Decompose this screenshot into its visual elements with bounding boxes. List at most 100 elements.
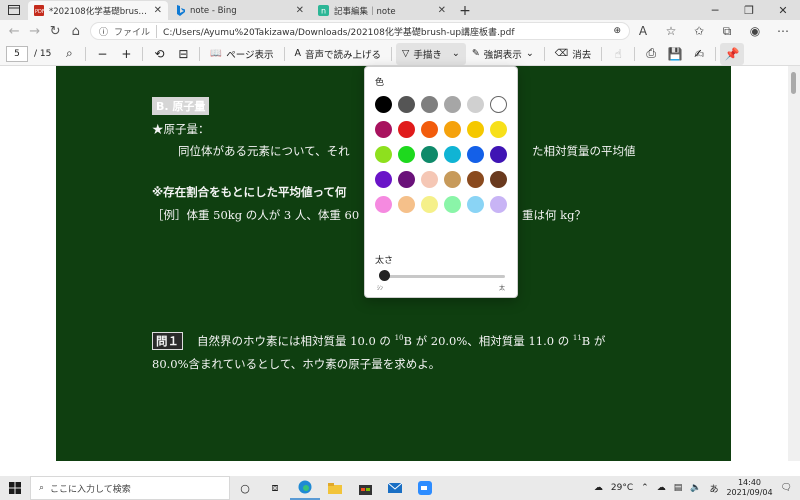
size-min-label: ｼﾝ bbox=[377, 285, 384, 292]
pin-toolbar-icon[interactable]: 📌 bbox=[720, 42, 745, 65]
close-window-icon[interactable]: ✕ bbox=[766, 0, 800, 20]
color-swatch[interactable] bbox=[467, 96, 484, 113]
color-swatch[interactable] bbox=[375, 171, 392, 188]
store-icon[interactable] bbox=[350, 476, 380, 500]
new-tab-button[interactable]: + bbox=[454, 1, 476, 20]
temperature-text[interactable]: 29°C bbox=[611, 483, 633, 493]
color-swatch[interactable] bbox=[467, 146, 484, 163]
color-swatch[interactable] bbox=[444, 96, 461, 113]
clock[interactable]: 14:40 2021/09/04 bbox=[726, 478, 772, 498]
isotope-11-superscript: 11 bbox=[572, 334, 582, 343]
zoom-out-icon[interactable]: − bbox=[90, 43, 114, 65]
scrollbar-thumb[interactable] bbox=[791, 72, 796, 94]
color-swatch[interactable] bbox=[444, 196, 461, 213]
page-view-button[interactable]: 📖 ページ表示 bbox=[204, 43, 279, 65]
color-swatch[interactable] bbox=[375, 96, 392, 113]
minimize-icon[interactable]: ─ bbox=[698, 0, 732, 20]
color-swatch[interactable] bbox=[375, 121, 392, 138]
read-aloud-button[interactable]: A 音声で読み上げる bbox=[289, 43, 388, 65]
color-swatch[interactable] bbox=[421, 146, 438, 163]
zoom-in-icon[interactable]: + bbox=[114, 43, 138, 65]
refresh-icon[interactable]: ↻ bbox=[45, 20, 66, 42]
volume-icon[interactable]: 🔈 bbox=[690, 483, 701, 493]
close-tab-icon[interactable]: ✕ bbox=[154, 5, 162, 16]
color-swatch[interactable] bbox=[421, 171, 438, 188]
tray-chevron-icon[interactable]: ⌃ bbox=[641, 483, 649, 493]
color-swatch[interactable] bbox=[398, 96, 415, 113]
print-icon[interactable]: ⎙ bbox=[639, 43, 663, 65]
notification-icon[interactable]: 🗨 bbox=[781, 483, 792, 493]
zoom-icon[interactable]: ⊕ bbox=[613, 26, 621, 36]
zoom-app-icon[interactable] bbox=[410, 476, 440, 500]
color-label: 色 bbox=[375, 78, 385, 88]
task-view-icon[interactable]: ⧈ bbox=[260, 476, 290, 500]
collections-icon[interactable]: ⧉ bbox=[714, 20, 740, 42]
chevron-down-icon[interactable]: ⌄ bbox=[526, 48, 534, 59]
color-swatch[interactable] bbox=[398, 196, 415, 213]
color-swatch[interactable] bbox=[375, 146, 392, 163]
taskbar-search-input[interactable]: ⌕ ここに入力して検索 bbox=[30, 476, 230, 500]
home-icon[interactable]: ⌂ bbox=[66, 20, 87, 42]
color-swatch[interactable] bbox=[421, 196, 438, 213]
touch-icon[interactable]: ☝ bbox=[606, 43, 630, 65]
favorites-icon[interactable]: ✩ bbox=[686, 20, 712, 42]
note-icon: n bbox=[318, 5, 329, 16]
read-aloud-icon[interactable]: A bbox=[630, 20, 656, 42]
question-text-b: B が 20.0%、相対質量 11.0 の bbox=[403, 334, 573, 348]
color-swatch[interactable] bbox=[467, 121, 484, 138]
forward-icon[interactable]: → bbox=[25, 20, 46, 42]
color-swatch[interactable] bbox=[490, 96, 507, 113]
save-as-icon[interactable]: ✍ bbox=[687, 43, 711, 65]
close-tab-icon[interactable]: ✕ bbox=[438, 5, 446, 16]
color-swatch[interactable] bbox=[444, 146, 461, 163]
onedrive-icon[interactable]: ☁ bbox=[657, 483, 666, 493]
color-swatch[interactable] bbox=[421, 121, 438, 138]
color-swatch[interactable] bbox=[490, 171, 507, 188]
color-swatch[interactable] bbox=[490, 121, 507, 138]
size-slider-track[interactable] bbox=[381, 275, 505, 278]
favorite-star-icon[interactable]: ☆ bbox=[658, 20, 684, 42]
highlight-button[interactable]: ✎ 強調表示 ⌄ bbox=[466, 43, 540, 65]
search-icon[interactable]: ⌕ bbox=[57, 43, 81, 65]
tab-pdf[interactable]: PDF *202108化学基礎brush-up講座板書.pdf ✕ bbox=[28, 1, 168, 20]
save-icon[interactable]: 💾 bbox=[663, 43, 687, 65]
back-icon[interactable]: ← bbox=[4, 20, 25, 42]
vertical-scrollbar[interactable] bbox=[788, 66, 800, 461]
definition-title: ★原子量： bbox=[152, 122, 210, 136]
profile-icon[interactable]: ◉ bbox=[742, 20, 768, 42]
edge-icon[interactable] bbox=[290, 476, 320, 500]
color-swatch[interactable] bbox=[398, 146, 415, 163]
maximize-icon[interactable]: ❐ bbox=[732, 0, 766, 20]
page-number-input[interactable]: 5 bbox=[6, 45, 28, 62]
cortana-icon[interactable]: ○ bbox=[230, 476, 260, 500]
color-swatch[interactable] bbox=[398, 171, 415, 188]
ime-indicator[interactable]: あ bbox=[709, 482, 718, 495]
close-tab-icon[interactable]: ✕ bbox=[296, 5, 304, 16]
color-swatch[interactable] bbox=[421, 96, 438, 113]
windows-start-icon[interactable] bbox=[0, 476, 30, 500]
tab-actions-icon[interactable] bbox=[0, 0, 28, 20]
weather-icon[interactable]: ☁ bbox=[594, 483, 603, 493]
network-icon[interactable]: ▤ bbox=[674, 483, 683, 493]
draw-button[interactable]: ▽ 手描き ⌄ bbox=[396, 42, 466, 65]
color-swatch[interactable] bbox=[398, 121, 415, 138]
more-icon[interactable]: ⋯ bbox=[770, 20, 796, 42]
erase-button[interactable]: ⌫ 消去 bbox=[549, 43, 597, 65]
info-icon[interactable]: ⓘ bbox=[99, 25, 108, 38]
chevron-down-icon[interactable]: ⌄ bbox=[452, 48, 460, 59]
size-slider-thumb[interactable] bbox=[379, 270, 390, 281]
color-swatch[interactable] bbox=[444, 121, 461, 138]
color-swatch[interactable] bbox=[490, 146, 507, 163]
tab-bing[interactable]: note - Bing ✕ bbox=[170, 1, 310, 20]
color-swatch[interactable] bbox=[467, 171, 484, 188]
color-swatch[interactable] bbox=[444, 171, 461, 188]
color-swatch[interactable] bbox=[375, 196, 392, 213]
rotate-icon[interactable]: ⟲ bbox=[147, 43, 171, 65]
file-explorer-icon[interactable] bbox=[320, 476, 350, 500]
mail-icon[interactable] bbox=[380, 476, 410, 500]
tab-note[interactable]: n 記事編集｜note ✕ bbox=[312, 1, 452, 20]
color-swatch[interactable] bbox=[490, 196, 507, 213]
color-swatch[interactable] bbox=[467, 196, 484, 213]
address-input[interactable]: ⓘ ファイル C:/Users/Ayumu%20Takizawa/Downloa… bbox=[90, 22, 630, 40]
fit-page-icon[interactable]: ⊟ bbox=[171, 43, 195, 65]
